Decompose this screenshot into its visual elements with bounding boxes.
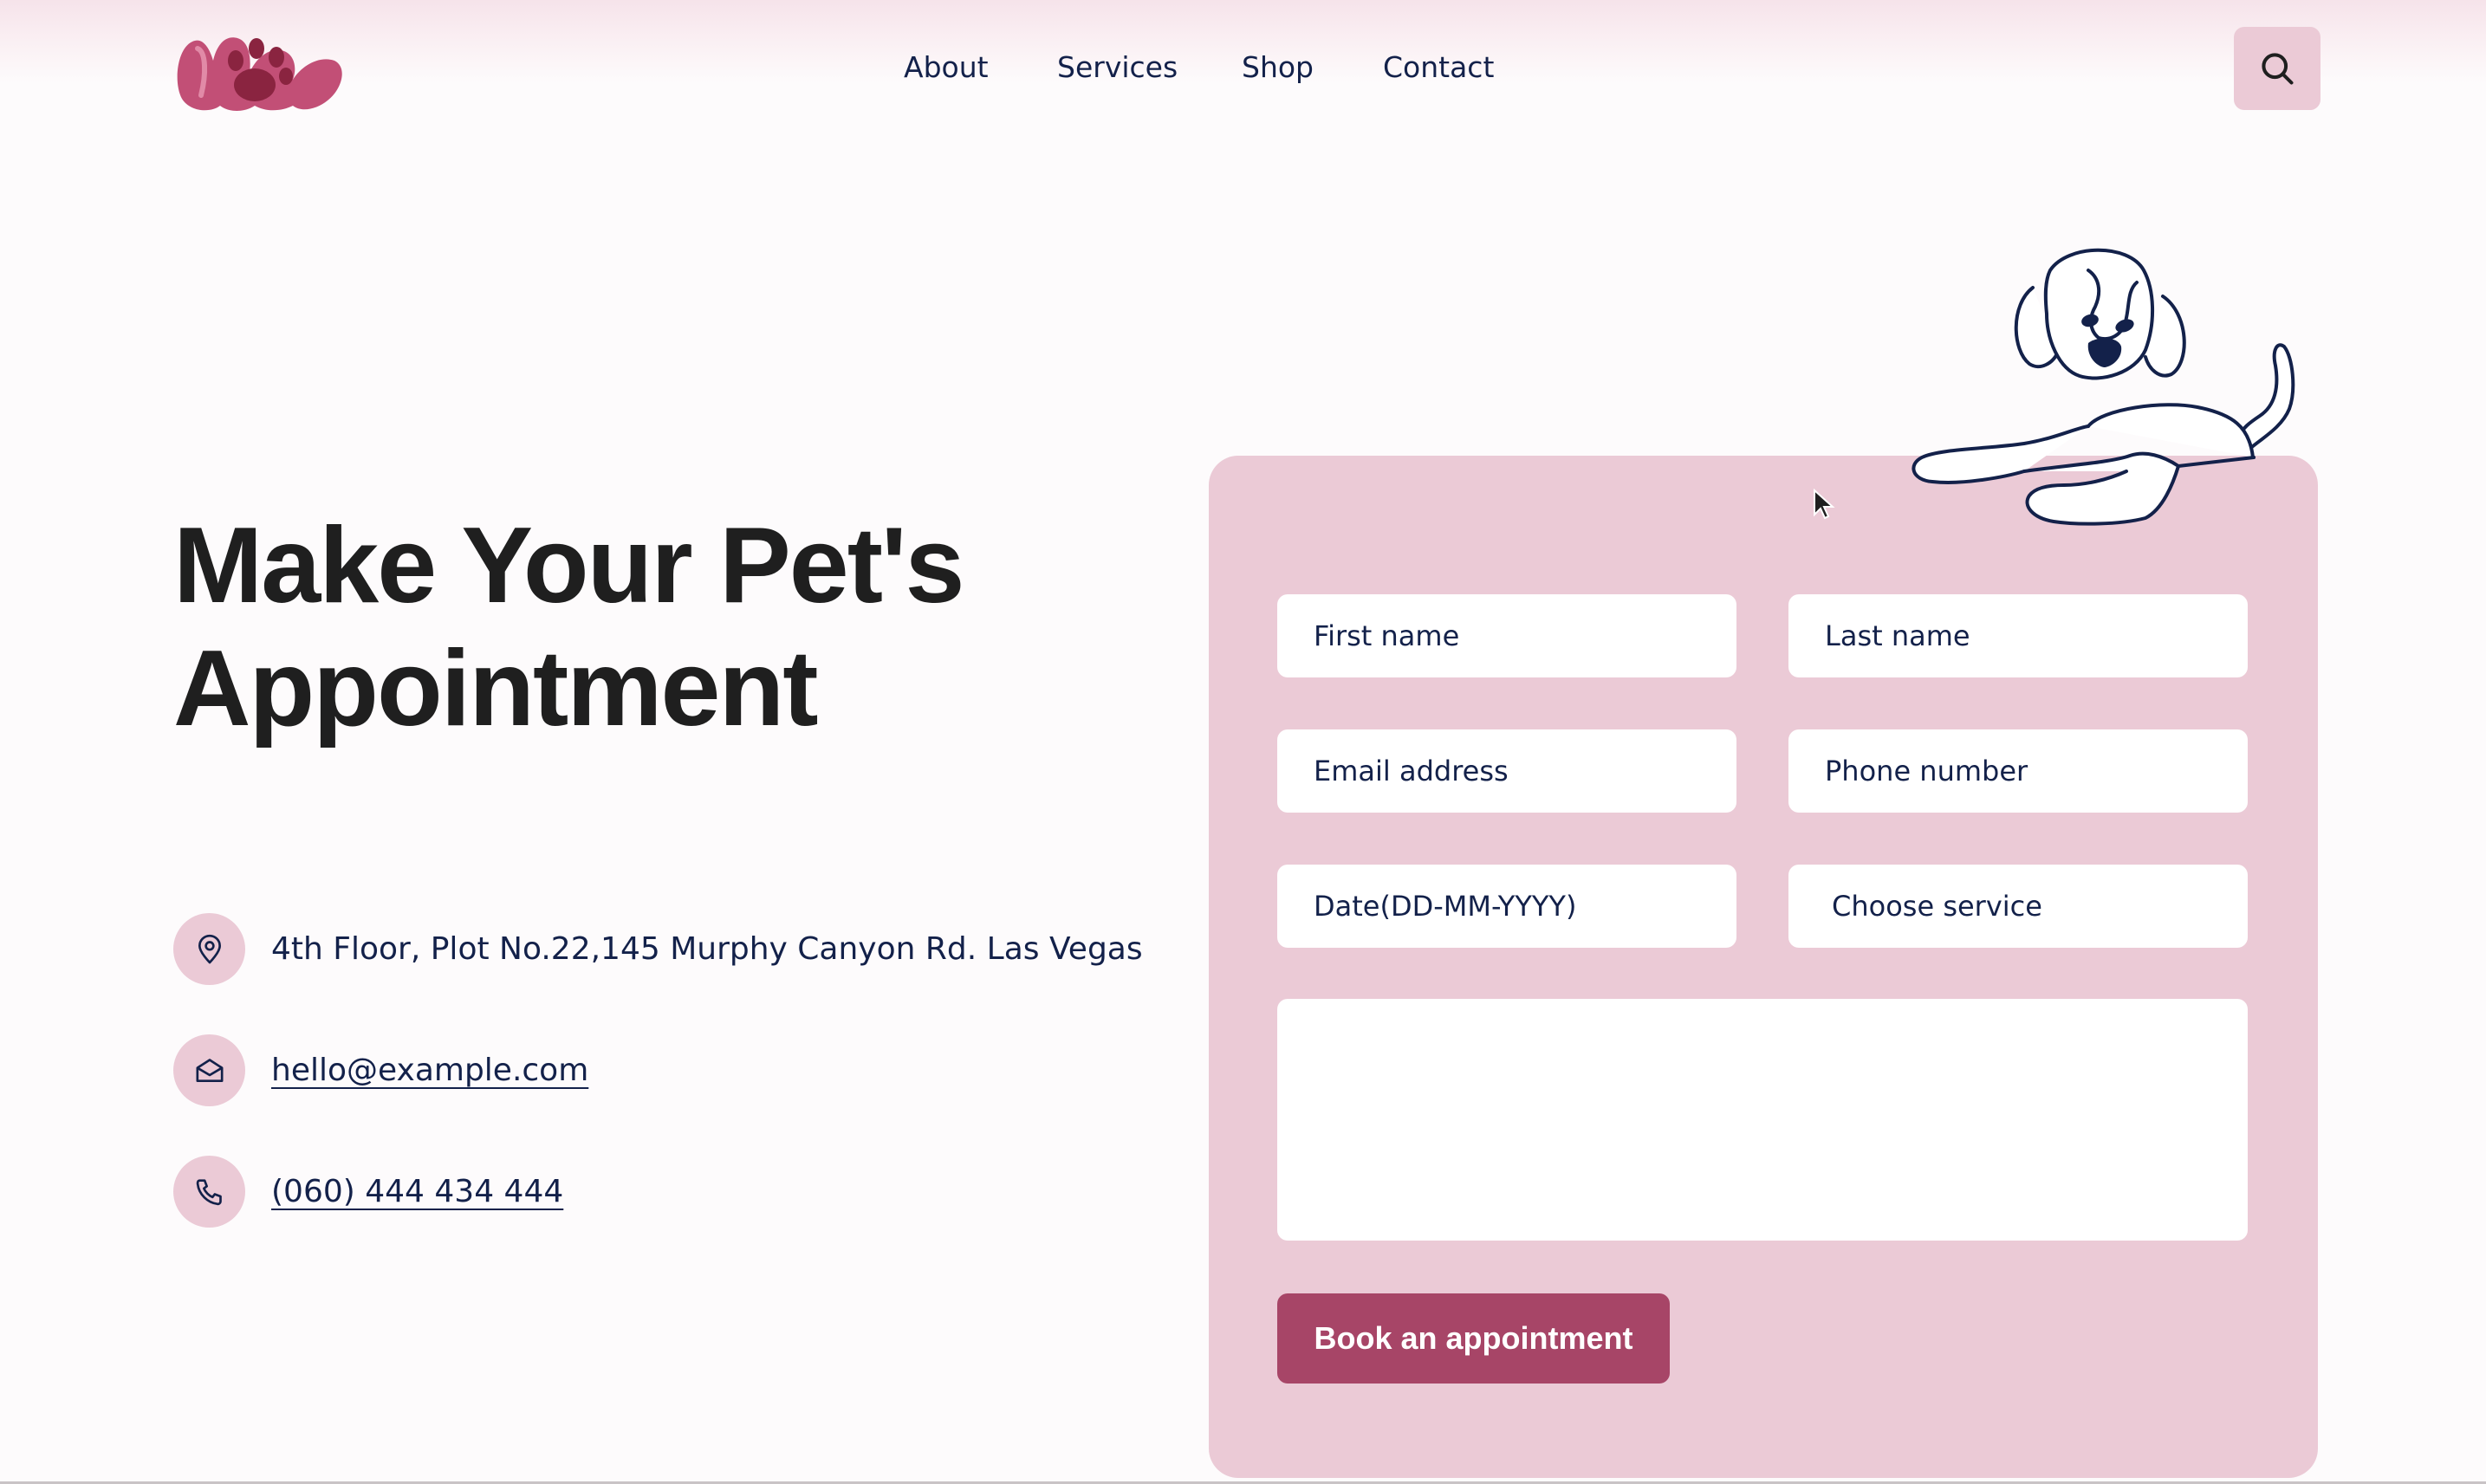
location-pin-icon <box>173 913 245 985</box>
last-name-field[interactable] <box>1788 594 2248 677</box>
envelope-icon <box>173 1034 245 1106</box>
first-name-field[interactable] <box>1277 594 1736 677</box>
nav-contact[interactable]: Contact <box>1383 50 1494 84</box>
phone-field[interactable] <box>1788 729 2248 813</box>
nav-shop[interactable]: Shop <box>1242 50 1314 84</box>
address-text: 4th Floor, Plot No.22,145 Murphy Canyon … <box>271 931 1143 967</box>
email-field[interactable] <box>1277 729 1736 813</box>
service-select-value: Choose service <box>1832 890 2042 923</box>
search-icon <box>2262 53 2294 85</box>
search-button[interactable] <box>2234 27 2320 110</box>
contact-address: 4th Floor, Plot No.22,145 Murphy Canyon … <box>173 913 1143 985</box>
dog-illustration <box>1912 248 2295 526</box>
title-line-2: Appointment <box>173 629 819 748</box>
page: About Services Shop Contact Make Your Pe… <box>0 0 2486 1484</box>
title-line-1: Make Your Pet's <box>173 506 965 625</box>
service-select[interactable]: Choose service <box>1788 865 2248 948</box>
date-field[interactable] <box>1277 865 1736 948</box>
mouse-cursor <box>1814 489 1835 520</box>
phone-link[interactable]: (060) 444 434 444 <box>271 1174 563 1209</box>
page-title: Make Your Pet's Appointment <box>173 504 1213 750</box>
contact-phone: (060) 444 434 444 <box>173 1156 563 1228</box>
logo[interactable] <box>172 23 347 116</box>
nav-services[interactable]: Services <box>1057 50 1178 84</box>
contact-email: hello@example.com <box>173 1034 588 1106</box>
email-link[interactable]: hello@example.com <box>271 1053 588 1088</box>
nav-about[interactable]: About <box>904 50 989 84</box>
phone-icon <box>173 1156 245 1228</box>
message-textarea[interactable] <box>1277 999 2248 1241</box>
book-appointment-button[interactable]: Book an appointment <box>1277 1293 1670 1384</box>
